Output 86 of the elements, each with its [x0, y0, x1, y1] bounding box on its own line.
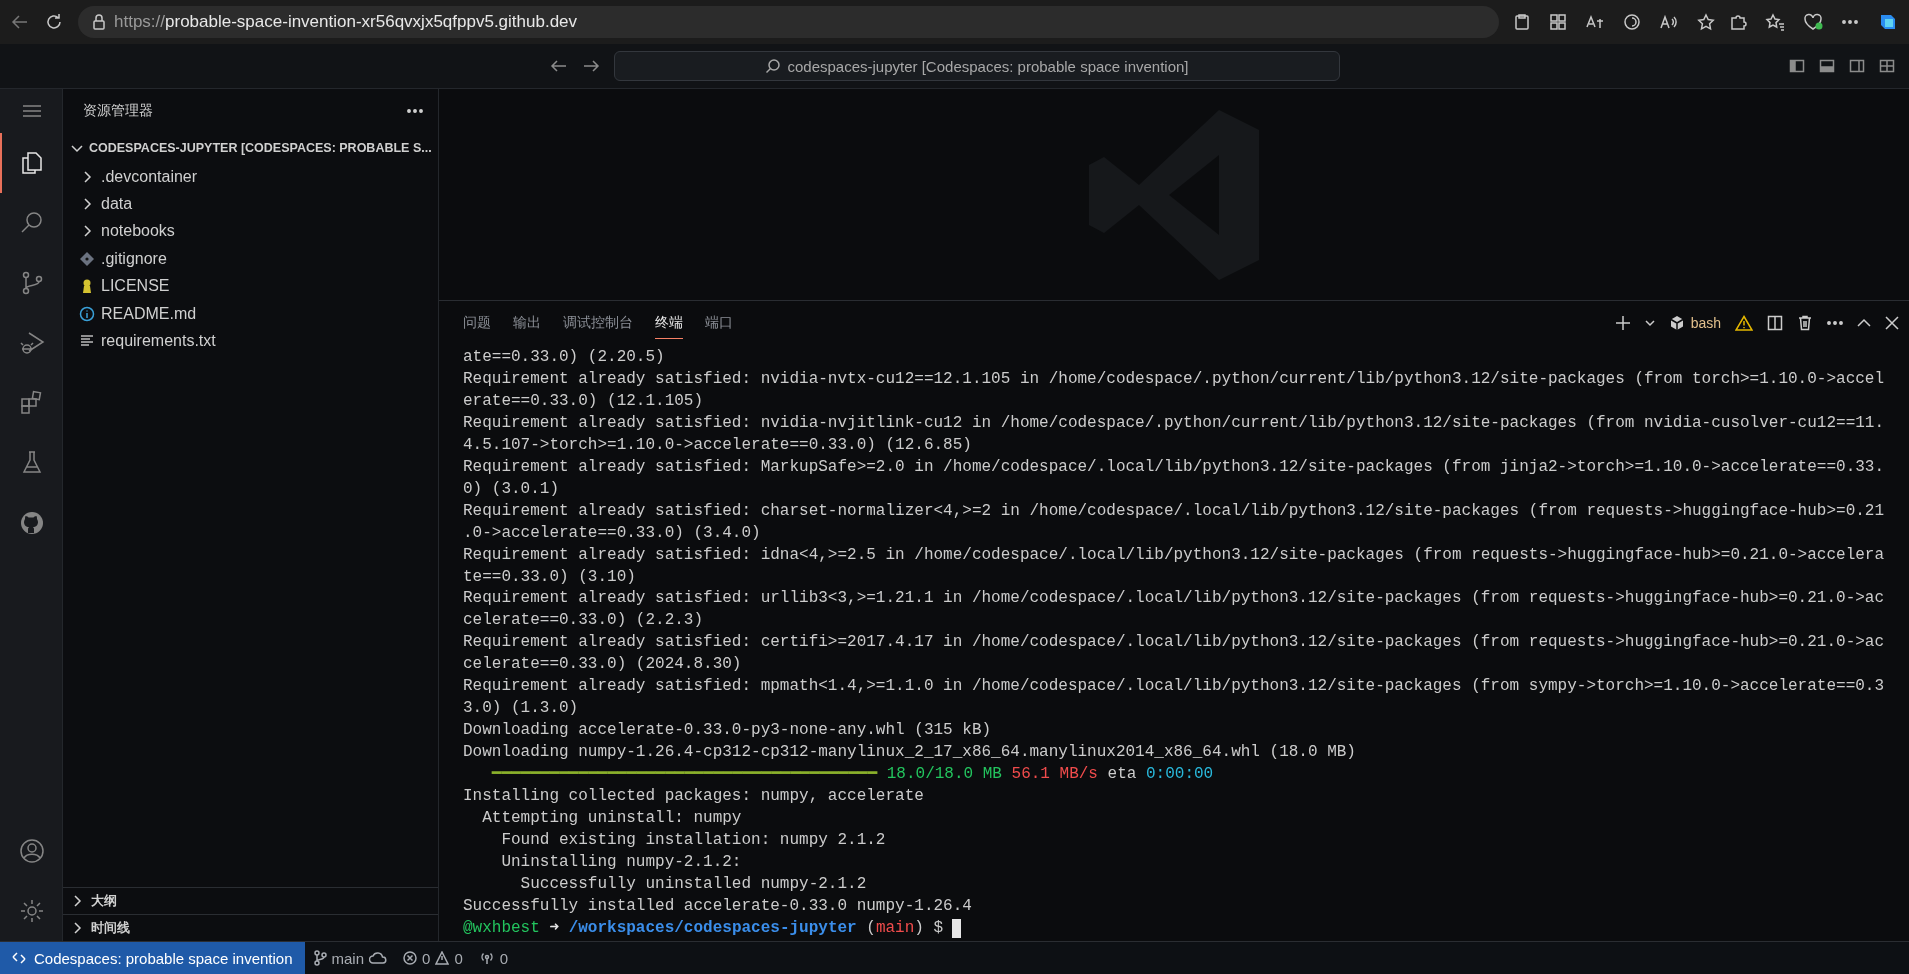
address-bar[interactable]: https://probable-space-invention-xr56qvxjx5qfppv5.github.dev — [78, 6, 1499, 38]
remote-icon — [12, 951, 26, 965]
problems-status[interactable]: 0 0 — [395, 949, 471, 967]
puzzle-icon[interactable] — [1729, 13, 1747, 31]
tree-item[interactable]: .gitignore — [63, 245, 438, 273]
tree-item[interactable]: LICENSE — [63, 272, 438, 300]
cat-logo-icon[interactable] — [18, 509, 46, 537]
panel-tab[interactable]: 问题 — [463, 307, 491, 339]
terminal-line: celerate==0.33.0) (2.2.3) — [463, 610, 704, 632]
terminal-selector[interactable]: bash — [1668, 315, 1721, 331]
panel-tab[interactable]: 端口 — [705, 307, 733, 339]
terminal-line: Requirement already satisfied: charset-normalizer<4,>=2 in /home/codespace/.local/lib/python3.12/site-packages (from requests->huggingface-hub>=0.21 — [463, 500, 1885, 522]
tree-item[interactable]: notebooks — [63, 217, 438, 246]
terminal-line: Installing collected packages: numpy, accelerate — [463, 786, 924, 808]
terminal-line: Successfully installed accelerate-0.33.0 numpy-1.26.4 — [463, 895, 972, 917]
warning-icon — [435, 951, 450, 965]
split-icon[interactable] — [1767, 315, 1783, 331]
terminal-line: 0) (3.0.1) — [463, 478, 559, 500]
diamond-icon — [79, 250, 95, 267]
star-icon[interactable] — [1697, 13, 1715, 31]
sidebar-layout-icon[interactable] — [1789, 58, 1805, 74]
cube-icon — [1668, 315, 1685, 331]
error-icon — [403, 951, 418, 965]
branch-status[interactable]: main — [304, 949, 396, 967]
terminal-line: 3.0) (1.3.0) — [463, 698, 579, 720]
heart-icon[interactable] — [1803, 13, 1823, 31]
tree-item[interactable]: CODESPACES-JUPYTER [CODESPACES: PROBABLE S... — [63, 133, 438, 163]
terminal-line: Requirement already satisfied: idna<4,>=2.5 in /home/codespace/.local/lib/python3.12/site-packages (from requests->huggingface-hub>=0.21.0->accelera — [463, 544, 1885, 566]
terminal-line: Requirement already satisfied: urllib3<3,>=1.21.1 in /home/codespace/.local/lib/python3.12/site-packages (from requests->huggingface-hub>=0.21.0->ac — [463, 588, 1885, 610]
clipboard-icon[interactable] — [1513, 13, 1531, 31]
panel-title: 资源管理器 — [83, 102, 153, 120]
panel-tab[interactable]: 输出 — [513, 307, 541, 339]
ports-status[interactable]: 0 — [470, 949, 517, 967]
terminal-line: Found existing installation: numpy 2.1.2 — [500, 829, 886, 851]
read-aloud-icon[interactable] — [1659, 13, 1679, 31]
more-icon[interactable] — [1827, 320, 1843, 326]
antenna-icon — [478, 951, 495, 965]
command-center[interactable]: codespaces-jupyter [Codespaces: probable space invention] — [614, 51, 1340, 81]
info-icon — [79, 305, 95, 322]
terminal-line: Downloading numpy-1.26.4-cp312-cp312-manylinux_2_17_x86_64.manylinux2014_x86_64.whl (18.0 MB) — [463, 742, 1356, 764]
lock-icon — [92, 14, 106, 30]
terminal-line: Requirement already satisfied: nvidia-nvtx-cu12==12.1.105 in /home/codespace/.python/current/lib/python3.12/site-packages (from torch>=1.10.0->accel — [463, 368, 1885, 390]
terminal-line: Requirement already satisfied: nvidia-nvjitlink-cu12 in /home/codespace/.python/current/lib/python3.12/site-packages (from nvidia-cusolver-cu12==11. — [463, 412, 1885, 434]
terminal-line: ━━━━━━━━━━━━━━━━━━━━━━━━━━━━━━━━━━━━━━━━ 18.0/18.0 MB 56.1 MB/s eta 0:00:00 — [490, 764, 1214, 786]
play-bug-icon[interactable] — [18, 329, 46, 357]
tree-item[interactable]: data — [63, 190, 438, 218]
search-icon — [765, 58, 782, 74]
terminal-line: Requirement already satisfied: certifi>=2017.4.17 in /home/codespace/.local/lib/python3.12/site-packages (from requests->huggingface-hub>=0.21.0->ac — [463, 632, 1885, 654]
warning-icon[interactable] — [1735, 315, 1753, 331]
caret-icon[interactable] — [1644, 318, 1655, 328]
terminal-line: erate==0.33.0) (12.1.105) — [463, 390, 704, 412]
forward-icon[interactable] — [582, 58, 600, 74]
trash-icon[interactable] — [1797, 315, 1813, 331]
terminal-line: te==0.33.0) (3.10) — [463, 566, 636, 588]
split-layout-icon[interactable] — [1849, 58, 1865, 74]
section-header[interactable]: 大纲 — [63, 887, 438, 914]
terminal-line: Attempting uninstall: numpy — [481, 808, 742, 829]
panel-layout-icon[interactable] — [1819, 58, 1835, 74]
terminal-line: @wxhbest ➜ /workspaces/codespaces-jupyter (main) $ — [463, 917, 944, 939]
terminal-line: Successfully uninstalled numpy-2.1.2 — [519, 873, 867, 895]
terminal-line: Requirement already satisfied: mpmath<1.4,>=1.1.0 in /home/codespace/.local/lib/python3.12/site-packages (from sympy->torch>=1.10.0->accelerate==0.3 — [463, 676, 1885, 698]
url-text: https://probable-space-invention-xr56qvxjx5qfppv5.github.dev — [114, 12, 578, 32]
grid-icon[interactable] — [1549, 13, 1567, 31]
more-icon[interactable] — [406, 108, 424, 114]
panel-tab[interactable]: 终端 — [655, 307, 683, 339]
remote-indicator[interactable]: Codespaces: probable space invention — [0, 942, 305, 974]
close-icon[interactable] — [1885, 316, 1899, 330]
terminal-line: Downloading accelerate-0.33.0-py3-none-any.whl (315 kB) — [463, 720, 992, 742]
tree-item[interactable]: requirements.txt — [63, 327, 438, 355]
grid-layout-icon[interactable] — [1879, 58, 1895, 74]
back-icon[interactable] — [550, 58, 568, 74]
branch-icon — [312, 950, 327, 966]
maximize-icon[interactable] — [1857, 318, 1871, 328]
terminal-line: celerate==0.33.0) (2024.8.30) — [463, 654, 742, 676]
favorites-icon[interactable] — [1765, 13, 1785, 31]
plus-icon[interactable] — [1614, 315, 1631, 331]
tree-item[interactable]: .devcontainer — [63, 163, 438, 191]
terminal-line: .0->accelerate==0.33.0) (3.4.0) — [463, 522, 761, 544]
account-icon[interactable] — [18, 837, 46, 865]
terminal-line: ate==0.33.0) (2.20.5) — [463, 347, 665, 368]
terminal-line: 4.5.107->torch>=1.10.0->accelerate==0.33.0) (12.6.85) — [463, 434, 972, 456]
terminal-line: Uninstalling numpy-2.1.2: — [500, 851, 742, 873]
panel-tab[interactable]: 调试控制台 — [563, 307, 633, 339]
tree-item[interactable]: README.md — [63, 299, 438, 328]
refresh-icon[interactable] — [44, 12, 64, 32]
terminal-line: Requirement already satisfied: MarkupSafe>=2.0 in /home/codespace/.local/lib/python3.12/site-packages (from jinja2->torch>=1.10.0->accelerate==0.33. — [463, 456, 1885, 478]
